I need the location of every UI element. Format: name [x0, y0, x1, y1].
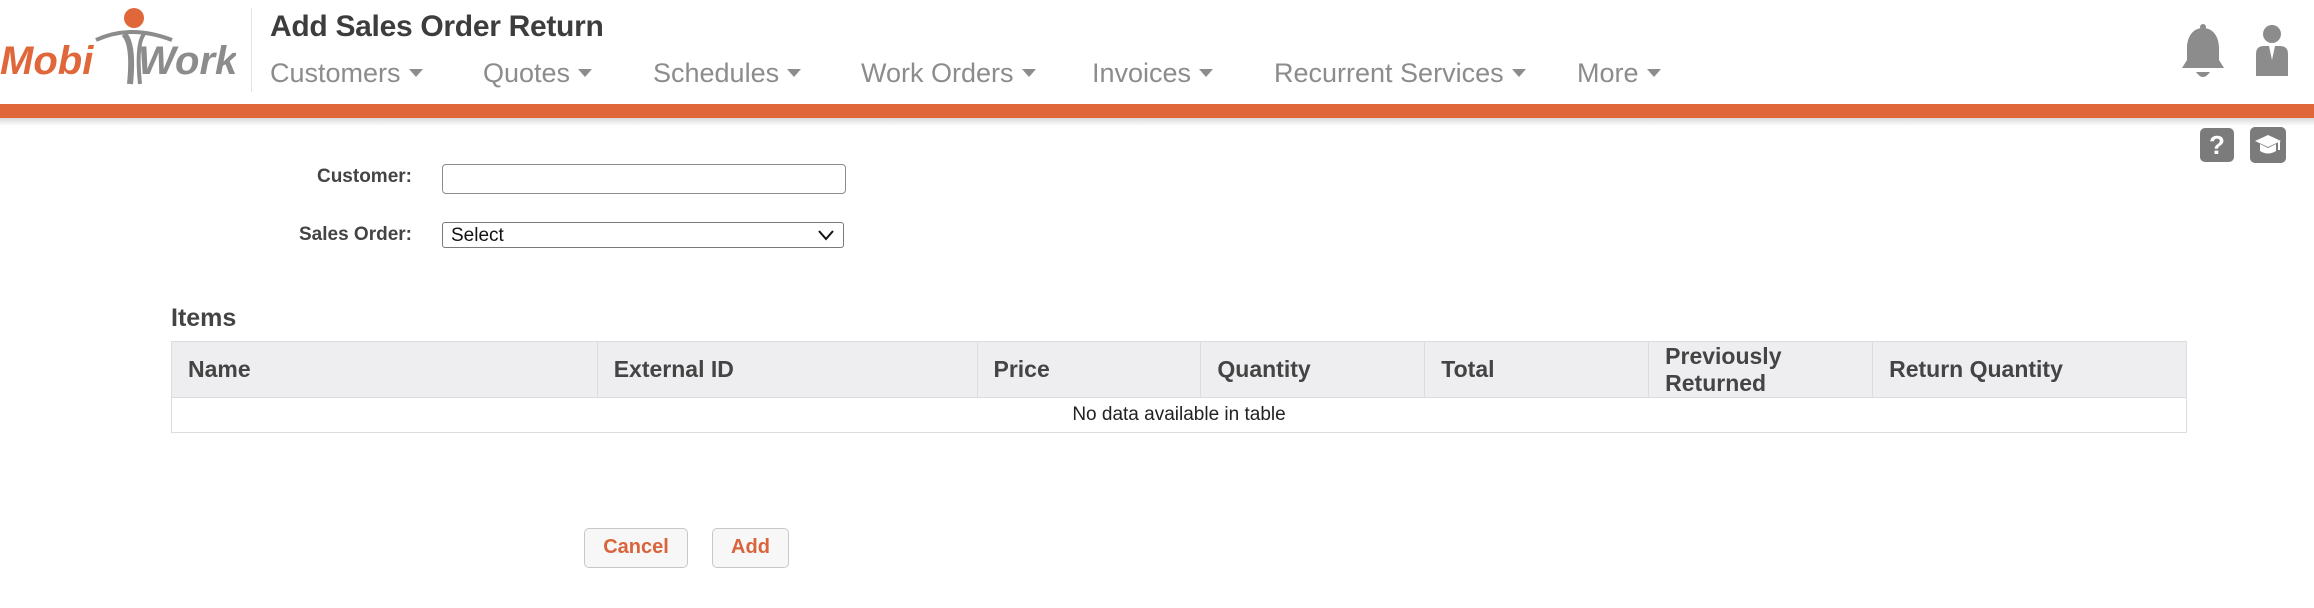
- chevron-down-icon: [818, 230, 834, 241]
- caret-down-icon: [1021, 68, 1036, 77]
- nav-quotes[interactable]: Quotes: [483, 58, 593, 89]
- nav-schedules-label: Schedules: [653, 58, 780, 88]
- customer-label: Customer:: [316, 166, 412, 187]
- column-header-name[interactable]: Name: [171, 341, 598, 398]
- column-header-total[interactable]: Total: [1424, 341, 1650, 398]
- header-accent-bar: [0, 104, 2314, 118]
- nav-schedules[interactable]: Schedules: [653, 58, 802, 89]
- caret-down-icon: [578, 68, 593, 77]
- add-button[interactable]: Add: [712, 528, 789, 568]
- logo-text-mobi: Mobi: [0, 39, 94, 83]
- help-glyph: ?: [2209, 130, 2225, 160]
- nav-invoices-label: Invoices: [1092, 58, 1192, 88]
- header-shadow: [0, 118, 2314, 126]
- nav-customers[interactable]: Customers: [270, 58, 423, 89]
- caret-down-icon: [1646, 68, 1661, 77]
- nav-work-orders-label: Work Orders: [861, 58, 1014, 88]
- nav-invoices[interactable]: Invoices: [1092, 58, 1214, 89]
- column-header-previously-returned[interactable]: Previously Returned: [1648, 341, 1874, 398]
- nav-recurrent-services-label: Recurrent Services: [1274, 58, 1504, 88]
- logo-text-work: Work: [138, 39, 236, 83]
- table-empty-row: No data available in table: [171, 397, 2187, 433]
- column-header-quantity[interactable]: Quantity: [1200, 341, 1426, 398]
- items-table: Name External ID Price Quantity Total Pr…: [171, 341, 2187, 433]
- help-icon[interactable]: ?: [2200, 128, 2234, 162]
- caret-down-icon: [1199, 68, 1214, 77]
- sales-order-select[interactable]: Select: [442, 222, 844, 248]
- empty-table-message: No data available in table: [171, 397, 2187, 433]
- app-header: Mobi Work Add Sales Order Return Custome…: [0, 0, 2314, 104]
- column-header-return-quantity[interactable]: Return Quantity: [1872, 341, 2187, 398]
- caret-down-icon: [787, 68, 802, 77]
- logo-divider: [251, 8, 252, 92]
- user-icon[interactable]: [2254, 24, 2290, 76]
- nav-quotes-label: Quotes: [483, 58, 571, 88]
- training-icon[interactable]: [2250, 127, 2286, 163]
- customer-input[interactable]: [442, 164, 846, 194]
- column-header-price[interactable]: Price: [976, 341, 1202, 398]
- cancel-button[interactable]: Cancel: [584, 528, 688, 568]
- mobiwork-logo[interactable]: Mobi Work: [0, 4, 236, 90]
- nav-work-orders[interactable]: Work Orders: [861, 58, 1036, 89]
- sales-order-selected-value: Select: [451, 225, 504, 246]
- items-heading: Items: [171, 304, 237, 332]
- table-header-row: Name External ID Price Quantity Total Pr…: [171, 341, 2187, 398]
- nav-more[interactable]: More: [1577, 58, 1661, 89]
- nav-customers-label: Customers: [270, 58, 401, 88]
- caret-down-icon: [1511, 68, 1526, 77]
- sales-order-label: Sales Order:: [299, 224, 412, 245]
- caret-down-icon: [408, 68, 423, 77]
- nav-recurrent-services[interactable]: Recurrent Services: [1274, 58, 1526, 89]
- column-header-external-id[interactable]: External ID: [596, 341, 978, 398]
- bell-icon[interactable]: [2180, 24, 2226, 80]
- graduation-cap-icon: [2255, 135, 2281, 154]
- nav-more-label: More: [1577, 58, 1639, 88]
- page-title: Add Sales Order Return: [270, 10, 604, 43]
